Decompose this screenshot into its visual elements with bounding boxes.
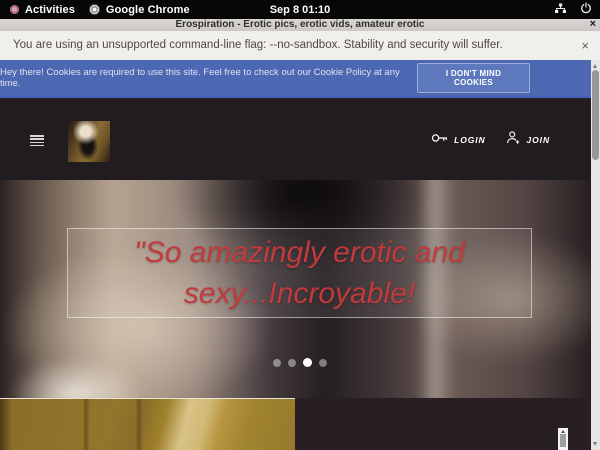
cookie-banner: Hey there! Cookies are required to use t… — [0, 60, 600, 98]
window-title: Erospiration - Erotic pics, erotic vids,… — [0, 19, 600, 31]
nested-scroll-up-icon[interactable] — [561, 430, 565, 433]
infobar-message: You are using an unsupported command-lin… — [13, 31, 503, 60]
site-logo[interactable] — [68, 121, 110, 162]
scroll-up-icon[interactable] — [593, 64, 597, 68]
carousel-dot[interactable] — [303, 358, 312, 367]
hero-quote-line1: "So amazingly erotic and — [134, 232, 465, 273]
nested-scrollbar-thumb[interactable] — [560, 434, 566, 447]
network-icon[interactable] — [554, 1, 567, 19]
carousel-dots — [0, 358, 600, 367]
join-label: JOIN — [527, 135, 550, 145]
hero-quote-line2: sexy...Incroyable! — [184, 273, 415, 314]
login-button[interactable]: LOGIN — [431, 131, 485, 149]
nested-scrollbar[interactable] — [558, 428, 568, 450]
content-background — [295, 398, 600, 450]
desktop-top-bar: Activities Google Chrome Sep 8 01:10 — [0, 0, 600, 19]
infobar-close-icon[interactable]: × — [581, 31, 589, 60]
window-title-bar: Erospiration - Erotic pics, erotic vids,… — [0, 19, 600, 31]
power-icon[interactable] — [580, 1, 592, 19]
scrollbar-thumb[interactable] — [592, 70, 599, 160]
hero-carousel: "So amazingly erotic and sexy...Incroyab… — [0, 180, 600, 398]
auth-links: LOGIN JOIN — [431, 131, 550, 149]
content-section — [0, 398, 600, 450]
page-scrollbar[interactable] — [591, 60, 600, 450]
cookie-message: Hey there! Cookies are required to use t… — [0, 67, 406, 89]
key-icon — [431, 131, 448, 149]
page-viewport: Hey there! Cookies are required to use t… — [0, 60, 600, 450]
hero-quote: "So amazingly erotic and sexy...Incroyab… — [67, 228, 532, 318]
carousel-dot[interactable] — [273, 359, 281, 367]
accept-cookies-button[interactable]: I DON'T MIND COOKIES — [417, 63, 530, 93]
clock[interactable]: Sep 8 01:10 — [0, 0, 600, 19]
browser-infobar: You are using an unsupported command-lin… — [0, 31, 600, 60]
site-header: LOGIN JOIN — [0, 100, 600, 180]
login-label: LOGIN — [454, 135, 485, 145]
hamburger-menu-icon[interactable] — [30, 135, 44, 147]
carousel-dot[interactable] — [319, 359, 327, 367]
gallery-image[interactable] — [0, 398, 295, 450]
join-button[interactable]: JOIN — [506, 131, 550, 149]
carousel-dot[interactable] — [288, 359, 296, 367]
window-close-icon[interactable]: × — [590, 18, 596, 30]
scroll-down-icon[interactable] — [593, 442, 597, 446]
screen: Activities Google Chrome Sep 8 01:10 — [0, 0, 600, 450]
user-plus-icon — [506, 131, 521, 149]
system-tray — [554, 0, 592, 19]
